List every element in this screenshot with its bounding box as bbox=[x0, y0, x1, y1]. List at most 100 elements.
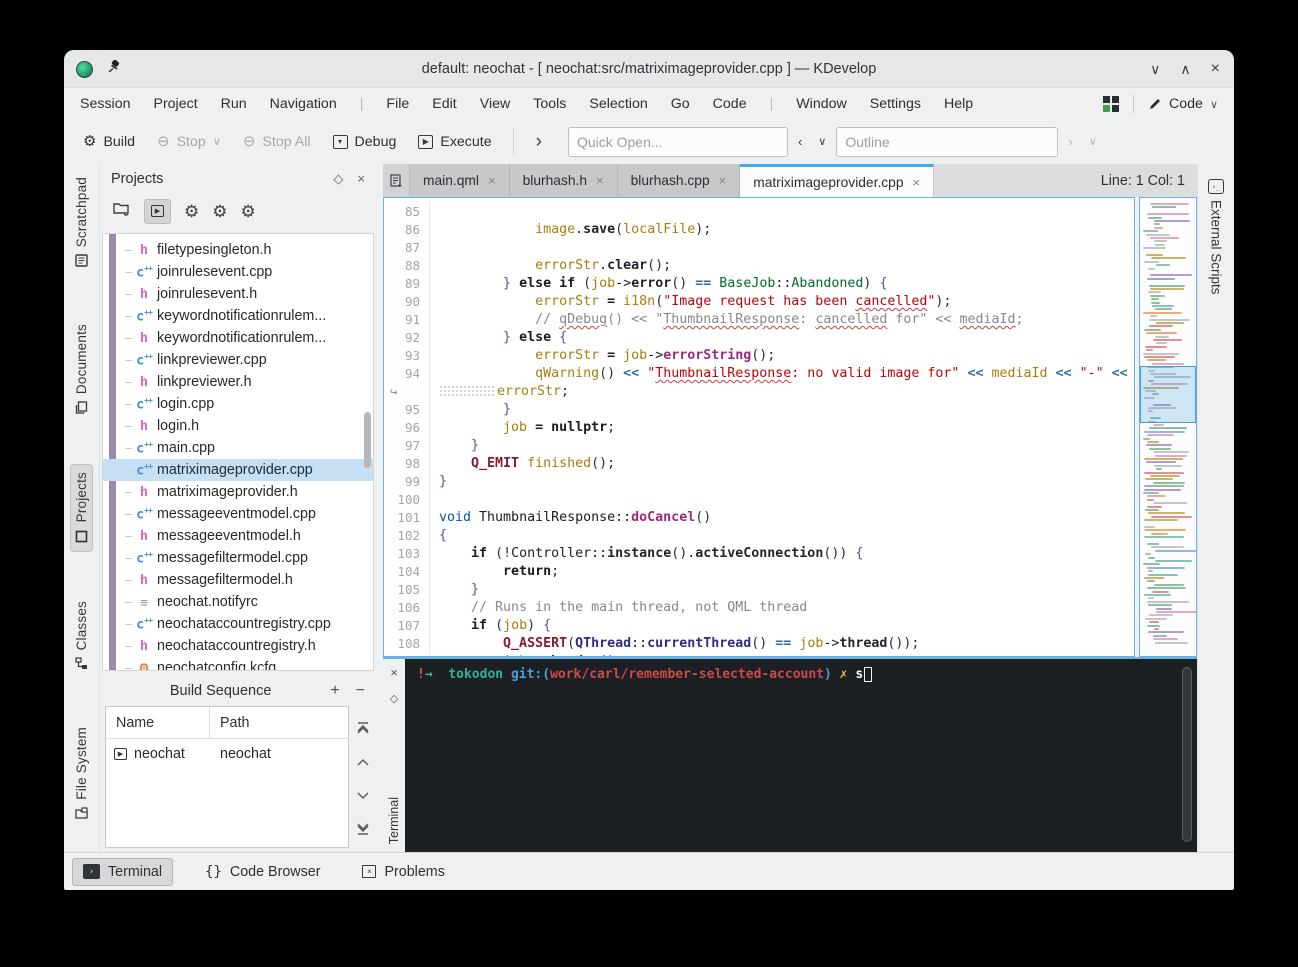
code-line[interactable]: job->abandon(); bbox=[430, 653, 1134, 656]
tree-item[interactable]: c++messagefiltermodel.cpp bbox=[103, 547, 373, 569]
menu-file[interactable]: File bbox=[386, 96, 409, 112]
tree-item[interactable]: hneochataccountregistry.h bbox=[103, 635, 373, 657]
tree-scrollbar[interactable] bbox=[364, 412, 371, 468]
editor-tab[interactable]: main.qml× bbox=[410, 164, 510, 197]
code-line[interactable]: qWarning() << "ThumbnailResponse: no val… bbox=[430, 365, 1134, 383]
code-line[interactable]: { bbox=[430, 527, 1134, 545]
editor-tab[interactable]: blurhash.h× bbox=[510, 164, 618, 197]
code-line[interactable]: return; bbox=[430, 563, 1134, 581]
menu-navigation[interactable]: Navigation bbox=[270, 96, 337, 112]
menu-project[interactable]: Project bbox=[153, 96, 197, 112]
add-build-item-button[interactable]: + bbox=[330, 682, 339, 700]
dock-tab-classes[interactable]: Classes bbox=[71, 594, 92, 678]
tree-item[interactable]: ⚙neochatconfig.kcfg bbox=[103, 657, 373, 671]
debug-button[interactable]: ▾Debug bbox=[324, 129, 406, 155]
editor-tab[interactable]: blurhash.cpp× bbox=[618, 164, 741, 197]
menu-window[interactable]: Window bbox=[796, 96, 846, 112]
tree-item[interactable]: c++neochataccountregistry.cpp bbox=[103, 613, 373, 635]
move-top-button[interactable] bbox=[356, 722, 370, 735]
dock-tab-file-system[interactable]: File System bbox=[71, 720, 92, 828]
code-line[interactable]: image.save(localFile); bbox=[430, 221, 1134, 239]
statusbar-problems-button[interactable]: × Problems bbox=[352, 859, 454, 885]
dock-tab-external-scripts[interactable]: ›_ External Scripts bbox=[1205, 172, 1227, 302]
code-line[interactable]: } bbox=[430, 401, 1134, 419]
code-line[interactable]: } else { bbox=[430, 329, 1134, 347]
build-items-toggle[interactable]: ▶ bbox=[144, 199, 171, 224]
close-button[interactable]: × bbox=[1211, 60, 1220, 78]
dock-tab-documents[interactable]: Documents bbox=[71, 317, 92, 422]
minimap-viewport[interactable] bbox=[1140, 366, 1196, 423]
code-line[interactable]: errorStr.clear(); bbox=[430, 257, 1134, 275]
tree-item[interactable]: c++main.cpp bbox=[103, 437, 373, 459]
editor-tab[interactable]: matriximageprovider.cpp× bbox=[740, 164, 934, 197]
tree-item[interactable]: hlogin.h bbox=[103, 415, 373, 437]
table-row[interactable]: ▶neochat neochat bbox=[106, 739, 348, 769]
menu-session[interactable]: Session bbox=[80, 96, 130, 112]
menu-selection[interactable]: Selection bbox=[589, 96, 647, 112]
tree-item[interactable]: c++matriximageprovider.cpp bbox=[103, 459, 373, 481]
tree-item[interactable]: hjoinrulesevent.h bbox=[103, 283, 373, 305]
terminal-console[interactable]: !→ tokodon git:(work/carl/remember-selec… bbox=[405, 659, 1197, 852]
minimize-button[interactable]: ∨ bbox=[1150, 61, 1160, 78]
code-line[interactable]: // qDebug() << "ThumbnailResponse: cance… bbox=[430, 311, 1134, 329]
tree-item[interactable]: hmessagefiltermodel.h bbox=[103, 569, 373, 591]
tree-item[interactable]: hmessageeventmodel.h bbox=[103, 525, 373, 547]
code-line[interactable] bbox=[430, 203, 1134, 221]
move-up-button[interactable] bbox=[356, 758, 370, 767]
reload-projects-icon[interactable]: ⚙ bbox=[212, 203, 227, 220]
editor-view[interactable]: 85868788899091929394↪9596979899100101102… bbox=[383, 197, 1197, 657]
code-line[interactable]: errorStr = i18n("Image request has been … bbox=[430, 293, 1134, 311]
menu-edit[interactable]: Edit bbox=[432, 96, 456, 112]
terminal-scrollbar[interactable] bbox=[1182, 667, 1192, 842]
outline-input[interactable] bbox=[836, 127, 1058, 157]
code-line[interactable]: void ThumbnailResponse::doCancel() bbox=[430, 509, 1134, 527]
execute-button[interactable]: ▶Execute bbox=[409, 129, 500, 155]
build-button[interactable]: ⚙Build bbox=[74, 129, 144, 155]
move-bottom-button[interactable] bbox=[356, 823, 370, 836]
code-line[interactable]: errorStr; bbox=[430, 383, 1134, 401]
code-line[interactable]: } bbox=[430, 581, 1134, 599]
tab-close-icon[interactable]: × bbox=[596, 173, 604, 188]
code-line[interactable]: if (!Controller::instance().activeConnec… bbox=[430, 545, 1134, 563]
tree-item[interactable]: ≡neochat.notifyrc bbox=[103, 591, 373, 613]
quick-open-input[interactable] bbox=[568, 127, 788, 157]
menu-code[interactable]: Code bbox=[713, 96, 747, 112]
minimap[interactable] bbox=[1139, 197, 1197, 657]
dock-tab-scratchpad[interactable]: Scratchpad bbox=[71, 170, 92, 275]
nav-forward-button[interactable]: › bbox=[1062, 134, 1078, 149]
code-line[interactable]: if (job) { bbox=[430, 617, 1134, 635]
statusbar-terminal-button[interactable]: › Terminal bbox=[72, 858, 173, 886]
menu-tools[interactable]: Tools bbox=[533, 96, 566, 112]
code-line[interactable] bbox=[430, 239, 1134, 257]
stop-all-button[interactable]: ⊖Stop All bbox=[234, 129, 320, 155]
code-line[interactable]: job = nullptr; bbox=[430, 419, 1134, 437]
tab-close-icon[interactable]: × bbox=[913, 175, 921, 190]
close-terminal-icon[interactable]: × bbox=[390, 665, 398, 680]
menu-run[interactable]: Run bbox=[221, 96, 247, 112]
tree-item[interactable]: hfiletypesingleton.h bbox=[103, 239, 373, 261]
tree-item[interactable]: c++messageeventmodel.cpp bbox=[103, 503, 373, 525]
detach-terminal-icon[interactable]: ◇ bbox=[390, 692, 398, 705]
code-line[interactable]: } else if (job->error() == BaseJob::Aban… bbox=[430, 275, 1134, 293]
close-panel-icon[interactable]: × bbox=[357, 171, 365, 187]
remove-build-item-button[interactable]: − bbox=[356, 682, 365, 700]
tree-item[interactable]: c++linkpreviewer.cpp bbox=[103, 349, 373, 371]
code-line[interactable]: } bbox=[430, 437, 1134, 455]
document-list-icon[interactable] bbox=[383, 164, 410, 197]
menu-help[interactable]: Help bbox=[944, 96, 973, 112]
code-line[interactable]: Q_ASSERT(QThread::currentThread() == job… bbox=[430, 635, 1134, 653]
tree-item[interactable]: c++joinrulesevent.cpp bbox=[103, 261, 373, 283]
tree-item[interactable]: hkeywordnotificationrulem... bbox=[103, 327, 373, 349]
nav-back-button[interactable]: ‹ bbox=[792, 134, 808, 149]
code-line[interactable] bbox=[430, 491, 1134, 509]
code-line[interactable]: Q_EMIT finished(); bbox=[430, 455, 1134, 473]
code-line[interactable]: // Runs in the main thread, not QML thre… bbox=[430, 599, 1134, 617]
column-header-path[interactable]: Path bbox=[210, 715, 249, 731]
float-panel-icon[interactable]: ◇ bbox=[333, 171, 343, 187]
nav-dropdown-button[interactable]: ∨ bbox=[812, 135, 832, 148]
statusbar-code-browser-button[interactable]: {} Code Browser bbox=[195, 859, 330, 885]
tree-item[interactable]: c++login.cpp bbox=[103, 393, 373, 415]
menu-go[interactable]: Go bbox=[671, 96, 690, 112]
open-configuration-icon[interactable] bbox=[113, 201, 131, 221]
tab-close-icon[interactable]: × bbox=[488, 173, 496, 188]
